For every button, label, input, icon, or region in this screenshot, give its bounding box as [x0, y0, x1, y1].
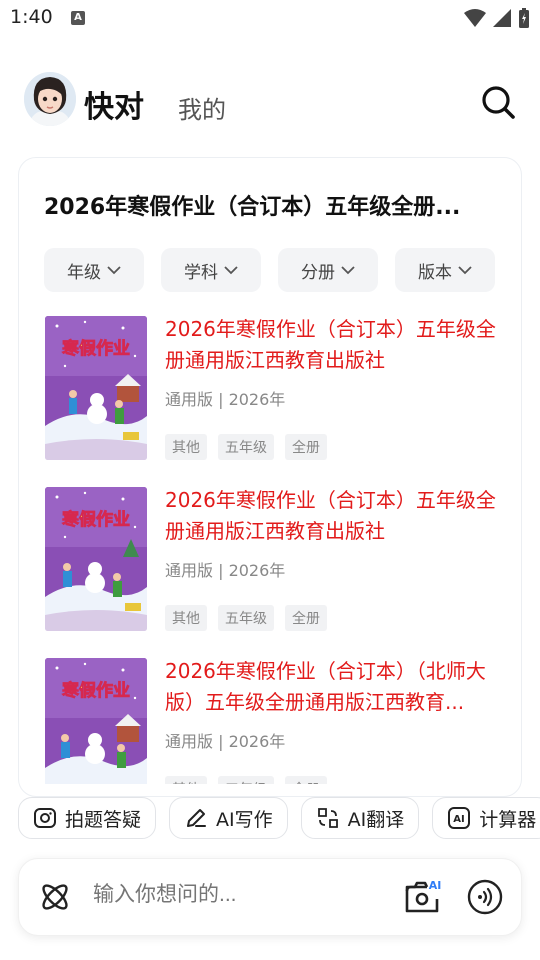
- book-meta: 通用版 | 2026年: [165, 390, 286, 409]
- status-bar: 1:40 A: [0, 0, 540, 36]
- tag-list: 其他 五年级 全册: [165, 434, 327, 460]
- ai-camera-button[interactable]: AI: [403, 877, 443, 917]
- tag: 全册: [285, 776, 327, 784]
- filter-label: 版本: [418, 262, 452, 283]
- filter-grade[interactable]: 年级: [44, 248, 144, 292]
- wifi-icon: [464, 9, 486, 27]
- result-card: 2026年寒假作业（合订本）五年级全册... 年级 学科 分册 版本 寒假作业 …: [18, 157, 522, 797]
- tag: 其他: [165, 776, 207, 784]
- chip-label: 计算器: [479, 808, 537, 831]
- card-title: 2026年寒假作业（合订本）五年级全册...: [44, 195, 461, 220]
- tag: 其他: [165, 434, 207, 460]
- camera-icon: [34, 808, 56, 828]
- ai-writing-button[interactable]: AI写作: [169, 797, 288, 839]
- cover-title: 寒假作业: [62, 338, 130, 359]
- cover-title: 寒假作业: [62, 509, 130, 530]
- search-icon: [482, 86, 515, 119]
- filter-label: 年级: [67, 262, 101, 283]
- search-button[interactable]: [480, 84, 516, 120]
- book-cover[interactable]: 寒假作业: [45, 316, 147, 460]
- chip-label: AI翻译: [347, 808, 405, 831]
- chip-label: 拍题答疑: [65, 808, 142, 831]
- svg-text:AI: AI: [454, 814, 465, 825]
- filter-subject[interactable]: 学科: [161, 248, 261, 292]
- tag-list: 其他 五年级 全册: [165, 776, 327, 784]
- voice-button[interactable]: [467, 879, 503, 915]
- ai-translate-button[interactable]: AI翻译: [300, 797, 420, 839]
- chevron-down-icon: [107, 266, 121, 275]
- book-meta: 通用版 | 2026年: [165, 732, 286, 751]
- filter-bar: 年级 学科 分册 版本: [44, 248, 495, 292]
- list-item[interactable]: 寒假作业 2026年寒假作业（合订本）五年级全册通用版江西教育出版社 通用版 |…: [45, 316, 515, 466]
- book-title[interactable]: 2026年寒假作业（合订本）五年级全册通用版江西教育出版社: [165, 485, 505, 547]
- chip-label: AI写作: [216, 808, 273, 831]
- ai-badge: AI: [429, 879, 442, 892]
- signal-icon: [493, 9, 511, 27]
- tag-list: 其他 五年级 全册: [165, 605, 327, 631]
- notification-icon: A: [71, 11, 85, 25]
- filter-label: 学科: [184, 262, 218, 283]
- chevron-down-icon: [458, 266, 472, 275]
- book-cover[interactable]: 寒假作业: [45, 658, 147, 784]
- translate-icon: [317, 808, 338, 828]
- book-list: 寒假作业 2026年寒假作业（合订本）五年级全册通用版江西教育出版社 通用版 |…: [19, 316, 521, 784]
- chevron-down-icon: [224, 266, 238, 275]
- book-title[interactable]: 2026年寒假作业（合订本）五年级全册通用版江西教育出版社: [165, 316, 505, 376]
- list-item[interactable]: 寒假作业 2026年寒假作业（合订本）五年级全册通用版江西教育出版社 通用版 |…: [45, 487, 515, 637]
- calculator-button[interactable]: AI 计算器: [432, 797, 540, 839]
- pen-icon: [187, 809, 207, 827]
- quick-actions: 拍题答疑 AI写作 AI翻译 AI 计算器: [18, 797, 540, 841]
- tag: 五年级: [218, 605, 274, 631]
- book-cover[interactable]: 寒假作业: [45, 487, 147, 631]
- status-icons: [464, 7, 530, 29]
- tab-mine[interactable]: 我的: [178, 90, 226, 125]
- ai-calculator-icon: AI: [448, 807, 471, 829]
- tag: 全册: [285, 605, 327, 631]
- book-title[interactable]: 2026年寒假作业（合订本）（北师大版）五年级全册通用版江西教育...: [165, 656, 505, 718]
- app-header: 快对 我的: [0, 70, 540, 134]
- tag: 五年级: [218, 434, 274, 460]
- photo-qa-button[interactable]: 拍题答疑: [18, 797, 157, 839]
- brand-title[interactable]: 快对: [84, 82, 144, 126]
- book-meta: 通用版 | 2026年: [165, 561, 286, 580]
- filter-edition[interactable]: 版本: [395, 248, 495, 292]
- list-item[interactable]: 寒假作业 2026年寒假作业（合订本）（北师大版）五年级全册通用版江西教育...…: [45, 658, 515, 784]
- ask-input[interactable]: [93, 883, 393, 907]
- chevron-down-icon: [341, 266, 355, 275]
- status-time: 1:40: [10, 6, 53, 28]
- avatar[interactable]: [24, 72, 76, 126]
- tag: 全册: [285, 434, 327, 460]
- voice-icon: [467, 879, 503, 915]
- tag: 五年级: [218, 776, 274, 784]
- battery-icon: [519, 8, 529, 28]
- camera-icon: AI: [405, 879, 442, 913]
- ask-input-bar: AI: [18, 858, 522, 936]
- filter-volume[interactable]: 分册: [278, 248, 378, 292]
- atom-icon: [42, 884, 68, 910]
- cover-title: 寒假作业: [62, 680, 130, 701]
- tag: 其他: [165, 605, 207, 631]
- ai-mode-button[interactable]: [37, 879, 73, 915]
- filter-label: 分册: [301, 262, 335, 283]
